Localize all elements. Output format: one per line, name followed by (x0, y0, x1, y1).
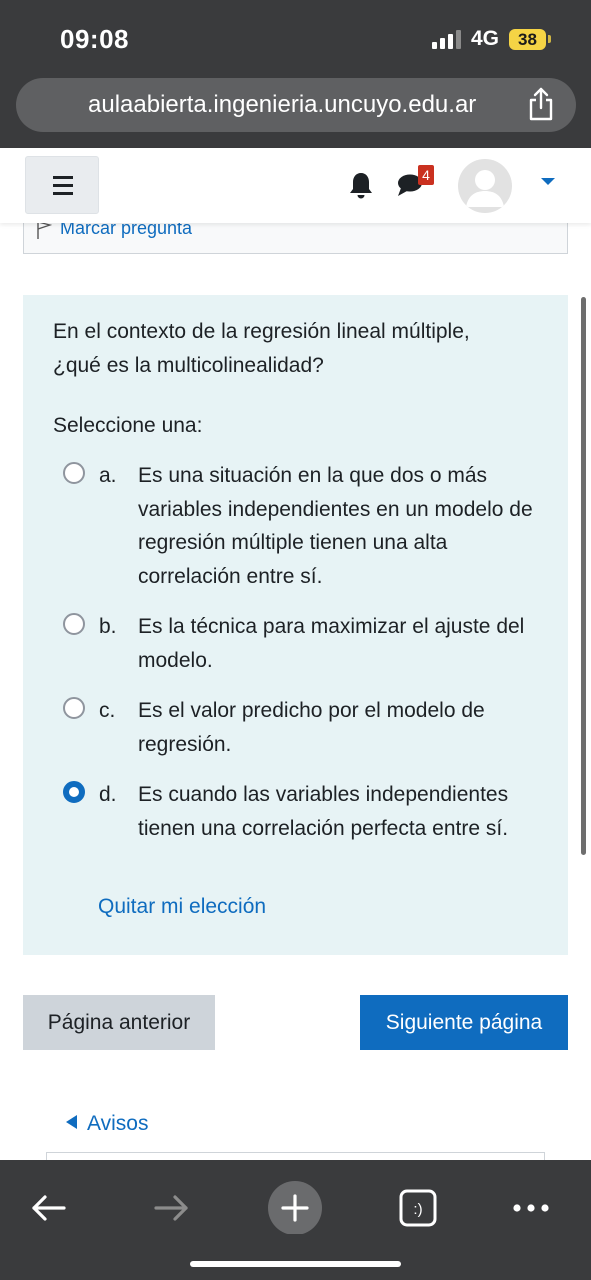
avisos-label[interactable]: Avisos (87, 1112, 148, 1135)
question-content: En el contexto de la regresión lineal mú… (23, 295, 568, 955)
option-text[interactable]: Es cuando las variables independientes t… (138, 778, 548, 845)
tabs-icon[interactable]: :) (388, 1174, 448, 1234)
status-time: 09:08 (60, 24, 129, 54)
menu-toggle-button[interactable] (25, 156, 99, 214)
site-navbar: 4 (0, 148, 591, 223)
next-page-button[interactable]: Siguiente página (360, 995, 568, 1050)
forward-arrow-icon[interactable] (142, 1174, 202, 1234)
share-icon[interactable] (526, 87, 556, 121)
battery-tip (548, 35, 551, 43)
menu-icon (53, 176, 73, 179)
svg-text::): :) (413, 1201, 422, 1218)
back-triangle-icon (66, 1115, 77, 1129)
avisos-link[interactable]: Avisos (66, 1112, 148, 1136)
network-type: 4G (471, 27, 500, 50)
clear-choice-link[interactable]: Quitar mi elección (98, 895, 266, 919)
new-tab-plus-icon[interactable] (265, 1174, 325, 1234)
url-text: aulaabierta.ingenieria.uncuyo.edu.ar (88, 91, 477, 118)
answer-prompt: Seleccione una: (53, 414, 203, 437)
address-bar[interactable]: aulaabierta.ingenieria.uncuyo.edu.ar (16, 78, 576, 132)
more-options-icon[interactable] (501, 1174, 561, 1234)
question-text: En el contexto de la regresión lineal mú… (53, 320, 470, 377)
option-letter: a. (99, 464, 117, 487)
option-text[interactable]: Es una situación en la que dos o más var… (138, 459, 548, 593)
user-avatar[interactable] (458, 159, 512, 213)
message-count-badge: 4 (418, 165, 434, 185)
avatar-icon (466, 170, 504, 207)
radio-b[interactable] (63, 613, 85, 635)
bell-icon[interactable] (348, 171, 374, 199)
battery-level: 38 (518, 30, 537, 49)
previous-page-button[interactable]: Página anterior (23, 995, 215, 1050)
home-indicator (190, 1261, 401, 1267)
option-text[interactable]: Es el valor predicho por el modelo de re… (138, 694, 548, 761)
browser-chrome: 09:08 4G 38 aulaabierta.ingenieria.uncuy… (0, 0, 591, 148)
page-scrollbar[interactable] (581, 297, 586, 855)
radio-c[interactable] (63, 697, 85, 719)
battery-icon: 38 (509, 29, 546, 50)
option-text[interactable]: Es la técnica para maximizar el ajuste d… (138, 610, 548, 677)
flag-icon[interactable] (36, 220, 52, 240)
radio-a[interactable] (63, 462, 85, 484)
option-letter: c. (99, 699, 116, 722)
signal-icon (432, 29, 462, 49)
back-arrow-icon[interactable] (18, 1174, 78, 1234)
option-letter: d. (99, 783, 117, 806)
user-menu-caret-icon[interactable] (541, 178, 555, 185)
option-letter: b. (99, 615, 117, 638)
radio-d[interactable] (63, 781, 85, 803)
